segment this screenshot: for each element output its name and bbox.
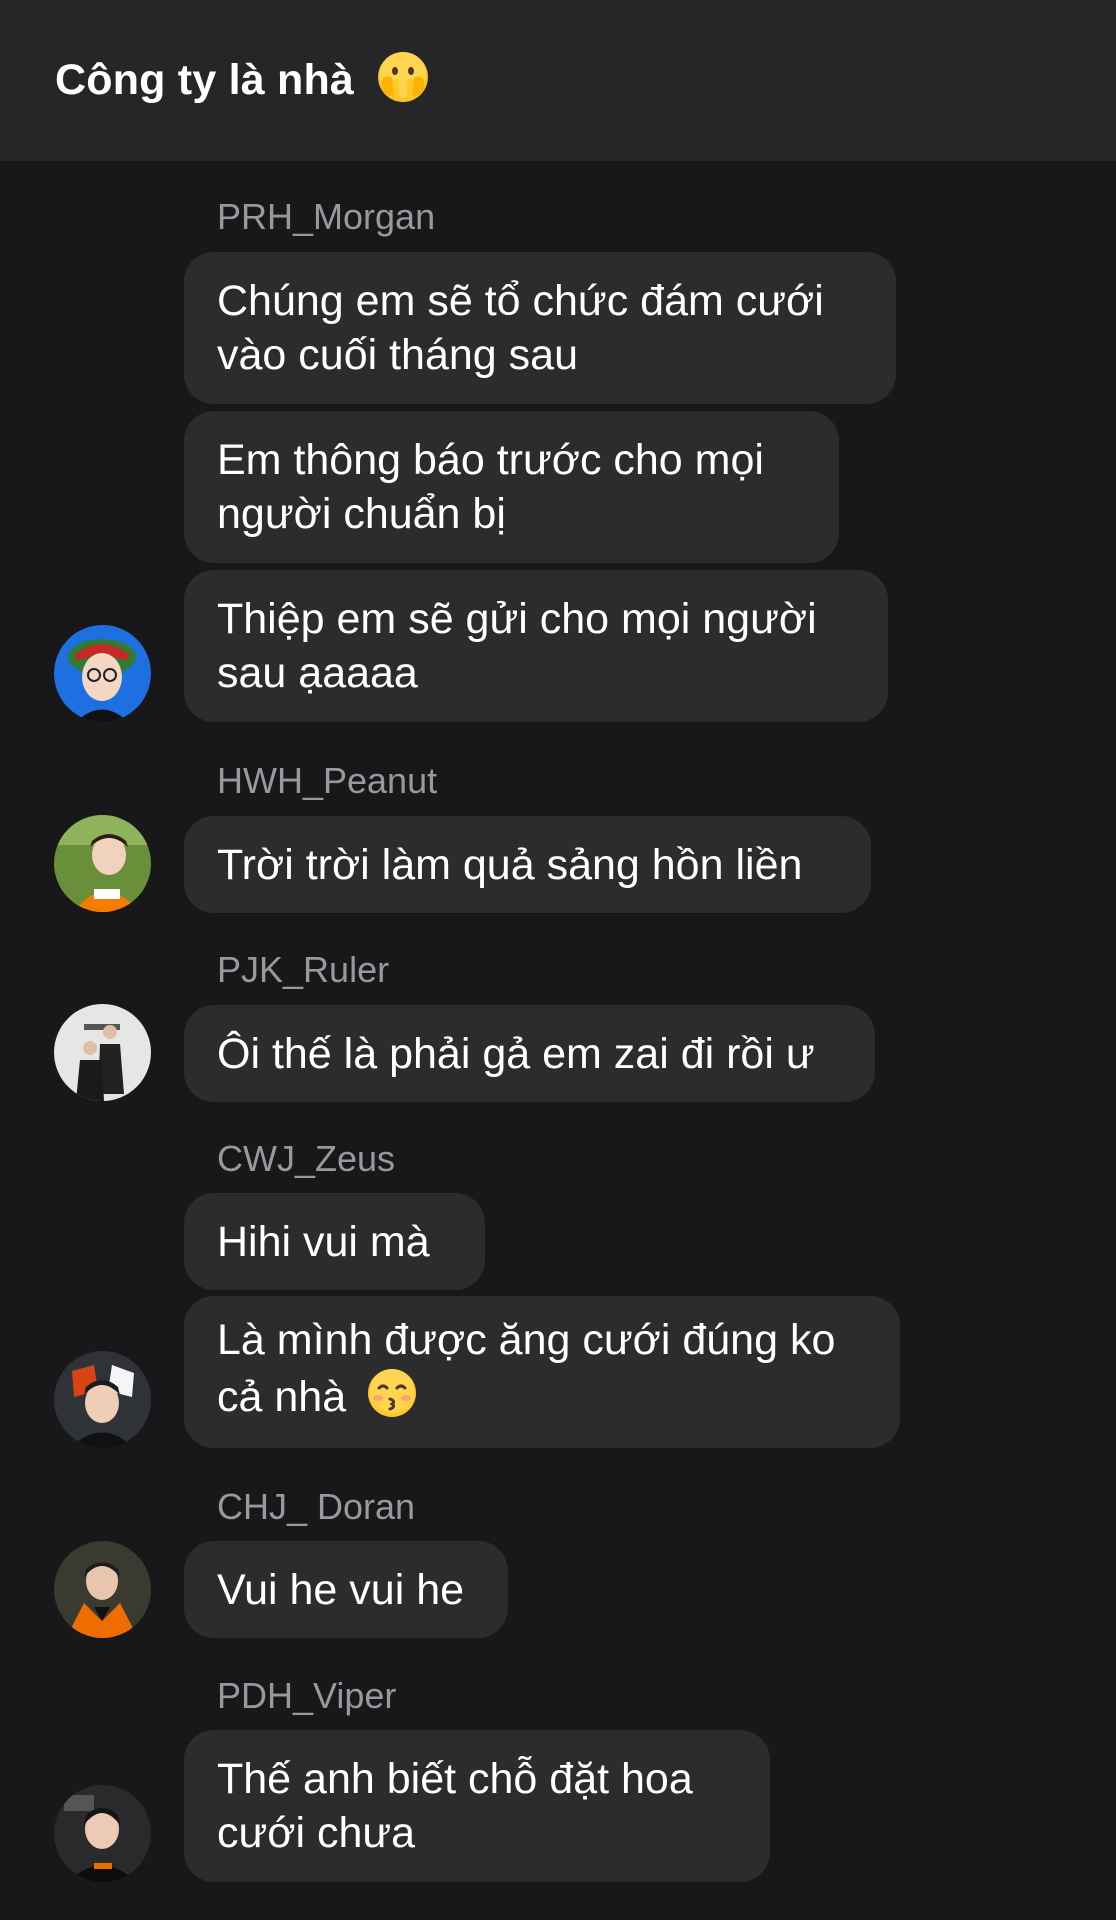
message-bubble[interactable]: Hihi vui mà [184, 1193, 485, 1290]
message-bubble[interactable]: Thiệp em sẽ gửi cho mọi người sau ạaaaa [184, 570, 888, 722]
kissing-face-icon [366, 1367, 418, 1432]
message-bubble[interactable]: Là mình được ăng cưới đúng ko cả nhà [184, 1296, 900, 1448]
message-text: Vui he vui he [217, 1565, 465, 1614]
message-text: Ôi thế là phải gả em zai đi rồi ư [217, 1029, 815, 1078]
sender-name: HWH_Peanut [217, 760, 438, 801]
message-text: vào cuối tháng sau [217, 331, 578, 379]
message-bubble[interactable]: Em thông báo trước cho mọi người chuẩn b… [184, 411, 839, 563]
message-text: Em thông báo trước cho mọi [217, 436, 764, 484]
face-with-hands-over-mouth-icon [376, 50, 430, 115]
message-line-with-emoji: cả nhà [217, 1367, 867, 1432]
chat-title[interactable]: Công ty là nhà [55, 50, 430, 115]
message-text: Chúng em sẽ tổ chức đám cưới [217, 277, 824, 325]
avatar-viper[interactable] [54, 1785, 151, 1882]
avatar-peanut[interactable] [54, 815, 151, 912]
avatar-doran[interactable] [54, 1541, 151, 1638]
message-bubble[interactable]: Chúng em sẽ tổ chức đám cưới vào cuối th… [184, 252, 896, 404]
sender-name: PJK_Ruler [217, 949, 390, 990]
message-text: Thiệp em sẽ gửi cho mọi người [217, 595, 817, 643]
message-bubble[interactable]: Ôi thế là phải gả em zai đi rồi ư [184, 1005, 875, 1102]
message-text: cưới chưa [217, 1809, 416, 1857]
sender-name: CWJ_Zeus [217, 1138, 396, 1179]
message-bubble[interactable]: Vui he vui he [184, 1541, 508, 1638]
avatar-zeus[interactable] [54, 1351, 151, 1448]
message-text: cả nhà [217, 1372, 347, 1421]
message-text: Trời trời làm quả sảng hồn liền [217, 840, 803, 889]
message-bubble[interactable]: Trời trời làm quả sảng hồn liền [184, 816, 871, 913]
chat-title-text: Công ty là nhà [55, 55, 355, 104]
sender-name: CHJ_ Doran [217, 1486, 416, 1527]
message-bubble[interactable]: Thế anh biết chỗ đặt hoa cưới chưa [184, 1730, 770, 1882]
avatar-ruler[interactable] [54, 1004, 151, 1101]
message-text: Thế anh biết chỗ đặt hoa [217, 1755, 693, 1803]
avatar-morgan[interactable] [54, 625, 151, 722]
sender-name: PRH_Morgan [217, 196, 436, 237]
message-text: người chuẩn bị [217, 490, 506, 538]
message-text: Hihi vui mà [217, 1217, 430, 1266]
sender-name: PDH_Viper [217, 1675, 397, 1716]
chat-header: Công ty là nhà [0, 0, 1116, 161]
message-text: sau ạaaaa [217, 649, 418, 697]
message-text: Là mình được ăng cưới đúng ko [217, 1315, 836, 1364]
